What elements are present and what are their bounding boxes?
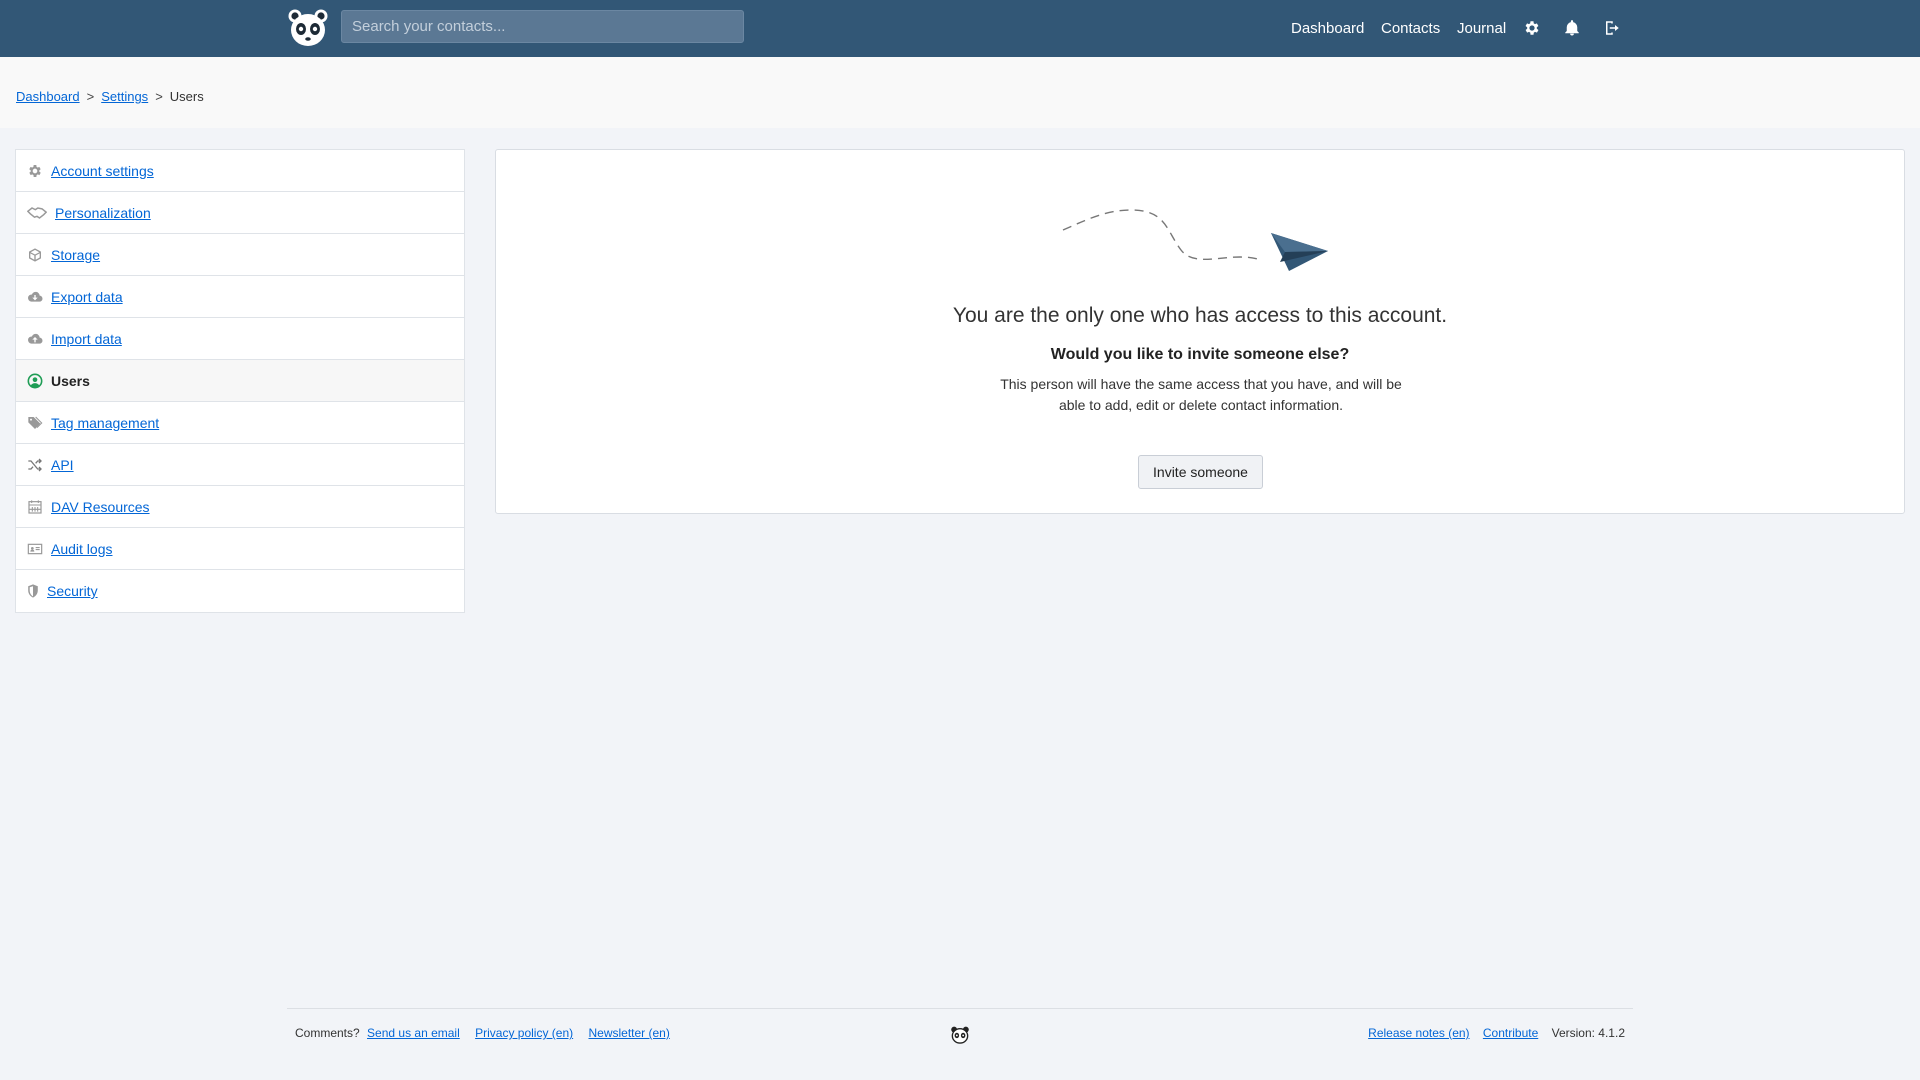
nav-journal-link[interactable]: Journal [1457,20,1506,37]
sidebar-item-dav-resources[interactable]: DAV Resources [16,486,464,528]
footer-divider [287,1008,1633,1009]
breadcrumb-band [0,57,1920,128]
settings-sidebar: Account settings Personalization Storage… [15,149,465,613]
cloud-upload-icon [28,333,43,344]
empty-state-subheadline: Would you like to invite someone else? [1050,346,1350,363]
breadcrumb: Dashboard > Settings > Users [16,89,204,104]
privacy-policy-link[interactable]: Privacy policy (en) [475,1026,573,1040]
sidebar-item-label[interactable]: Import data [51,331,122,347]
box-icon [29,247,41,262]
breadcrumb-settings-link[interactable]: Settings [101,89,148,104]
send-email-link[interactable]: Send us an email [367,1026,460,1040]
newsletter-link[interactable]: Newsletter (en) [588,1026,669,1040]
gear-icon[interactable] [1523,19,1541,37]
sidebar-item-storage[interactable]: Storage [16,234,464,276]
sidebar-item-account-settings[interactable]: Account settings [16,150,464,192]
sidebar-item-api[interactable]: API [16,444,464,486]
sidebar-item-label[interactable]: Export data [51,289,123,305]
top-nav: Dashboard Contacts Journal [0,0,1920,57]
sidebar-item-label: Users [51,372,90,389]
sidebar-item-label[interactable]: Security [47,583,98,599]
comments-label: Comments? [295,1026,360,1040]
breadcrumb-separator: > [86,89,95,104]
sidebar-item-audit-logs[interactable]: Audit logs [16,528,464,570]
paper-plane-illustration [1062,209,1328,271]
version-label: Version: 4.1.2 [1551,1026,1625,1040]
calendar-icon [28,499,42,514]
shuffle-icon [28,458,42,471]
cloud-download-icon [28,291,43,302]
footer-left: Comments? Send us an email Privacy polic… [295,1026,678,1040]
sidebar-item-label[interactable]: Storage [51,247,100,263]
logout-icon[interactable] [1603,19,1621,37]
breadcrumb-current: Users [169,89,204,104]
empty-state-description: This person will have the same access th… [1000,376,1402,413]
breadcrumb-separator: > [155,89,163,104]
top-navbar: Dashboard Contacts Journal [0,0,1920,57]
user-circle-icon [27,373,43,388]
sidebar-item-label[interactable]: Personalization [55,205,151,221]
sidebar-item-label[interactable]: Tag management [51,415,159,431]
tags-icon [28,416,43,429]
sidebar-item-users[interactable]: Users [16,360,464,402]
sidebar-item-tag-management[interactable]: Tag management [16,402,464,444]
bell-icon[interactable] [1563,19,1581,37]
sidebar-item-label[interactable]: Account settings [51,163,154,179]
sidebar-item-export-data[interactable]: Export data [16,276,464,318]
gear-icon [29,164,41,177]
sidebar-item-import-data[interactable]: Import data [16,318,464,360]
shield-icon [28,584,38,598]
nav-dashboard-link[interactable]: Dashboard [1291,20,1364,37]
sidebar-item-label[interactable]: Audit logs [51,541,112,557]
sidebar-item-personalization[interactable]: Personalization [16,192,464,234]
breadcrumb-dashboard-link[interactable]: Dashboard [16,89,80,104]
panda-footer-icon [951,1026,969,1044]
users-card: You are the only one who has access to t… [495,149,1905,514]
sidebar-item-label[interactable]: API [51,457,74,473]
empty-state-headline: You are the only one who has access to t… [952,304,1448,327]
sidebar-item-label[interactable]: DAV Resources [51,499,150,515]
sidebar-item-security[interactable]: Security [16,570,464,612]
handshake-icon [27,206,47,219]
release-notes-link[interactable]: Release notes (en) [1368,1026,1469,1040]
footer-right: Release notes (en) Contribute Version: 4… [1368,1026,1625,1040]
invite-someone-button[interactable]: Invite someone [1138,455,1263,489]
contribute-link[interactable]: Contribute [1483,1026,1538,1040]
nav-contacts-link[interactable]: Contacts [1381,20,1440,37]
id-card-icon [27,543,43,554]
